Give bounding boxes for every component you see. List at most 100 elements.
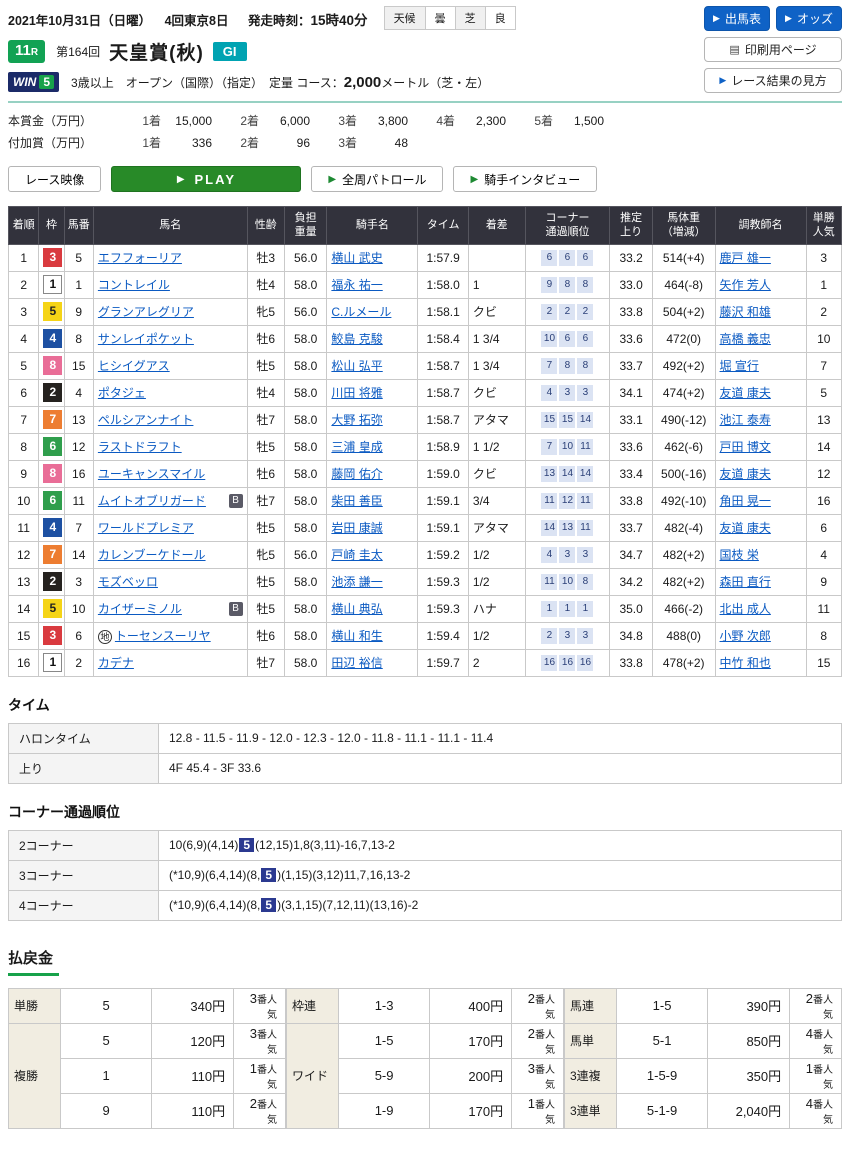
horse-name-link[interactable]: ムイトオブリガード (98, 494, 206, 508)
jockey-name-link[interactable]: 横山 和生 (331, 629, 382, 643)
sex-age: 牡3 (247, 244, 284, 271)
jockey-name-link[interactable]: 柴田 善臣 (331, 494, 382, 508)
trainer-name-link[interactable]: 高橋 義忠 (720, 332, 771, 346)
trainer-name-link[interactable]: 角田 晃一 (720, 494, 771, 508)
trainer-name-link[interactable]: 北出 成人 (720, 602, 771, 616)
turf-value: 良 (485, 7, 515, 30)
results-guide-button[interactable]: ▶レース結果の見方 (704, 68, 842, 93)
horse-name-link[interactable]: ポタジェ (98, 386, 146, 400)
jockey-name-link[interactable]: 大野 拓弥 (331, 413, 382, 427)
horse-name-link[interactable]: カイザーミノル (98, 602, 182, 616)
margin: 2 (468, 649, 525, 676)
bet-combination: 5 (60, 1023, 152, 1058)
jockey-cell: 三浦 皇成 (327, 433, 418, 460)
print-page-button[interactable]: ▤印刷用ページ (704, 37, 842, 62)
jockey-name-link[interactable]: 田辺 裕信 (331, 656, 382, 670)
payout-popularity: 1番人気 (234, 1058, 286, 1093)
trainer-name-link[interactable]: 戸田 博文 (720, 440, 771, 454)
trainer-cell: 藤沢 和雄 (715, 298, 806, 325)
horse-weight: 482(+2) (652, 568, 715, 595)
jockey-name-link[interactable]: 藤岡 佑介 (331, 467, 382, 481)
finish-position: 8 (9, 433, 39, 460)
trainer-cell: 戸田 博文 (715, 433, 806, 460)
trainer-name-link[interactable]: 鹿戸 雄一 (720, 251, 771, 265)
horse-name-link[interactable]: エフフォーリア (98, 251, 182, 265)
estimated-last-3f: 35.0 (610, 595, 652, 622)
prize-rank: 2着 (240, 111, 259, 133)
extra-prize-values: 1着3362着963着48 (114, 133, 408, 155)
horse-name-link[interactable]: モズベッロ (98, 575, 158, 589)
trainer-name-link[interactable]: 池江 泰寿 (720, 413, 771, 427)
extra-prize-label: 付加賞（万円） (8, 133, 114, 155)
horse-name-link[interactable]: ヒシイグアス (98, 359, 170, 373)
results-column-header: 枠 (39, 207, 64, 245)
winner-number-highlight: 5 (239, 838, 254, 852)
finish-position: 13 (9, 568, 39, 595)
jockey-name-link[interactable]: 横山 典弘 (331, 602, 382, 616)
jockey-name-link[interactable]: 川田 将雅 (331, 386, 382, 400)
sex-age: 牡5 (247, 514, 284, 541)
horse-name-link[interactable]: コントレイル (98, 278, 170, 292)
trainer-cell: 小野 次郎 (715, 622, 806, 649)
bet-type-label: 馬連 (565, 988, 617, 1023)
horse-name-link[interactable]: カレンブーケドール (98, 548, 206, 562)
jockey-name-link[interactable]: 鮫島 克駿 (331, 332, 382, 346)
trainer-name-link[interactable]: 国枝 栄 (720, 548, 759, 562)
race-result-page: 2021年10月31日（日曜） 4回東京8日 発走時刻：15時40分 天候 曇 … (0, 0, 850, 1153)
horse-name-link[interactable]: グランアレグリア (98, 305, 194, 319)
trainer-name-link[interactable]: 友道 康夫 (720, 467, 771, 481)
horse-name-link[interactable]: サンレイポケット (98, 332, 194, 346)
trainer-name-link[interactable]: 小野 次郎 (720, 629, 771, 643)
horse-name-link[interactable]: ユーキャンスマイル (98, 467, 205, 481)
trainer-name-link[interactable]: 森田 直行 (720, 575, 771, 589)
corner-order-row: 2コーナー10(6,9)(4,14)5(12,15)1,8(3,11)-16,7… (9, 830, 842, 860)
results-column-header: コーナー 通過順位 (525, 207, 610, 245)
payout-amount: 400円 (430, 988, 512, 1023)
patrol-video-button[interactable]: ▶全周パトロール (311, 166, 443, 192)
sex-age: 牡4 (247, 271, 284, 298)
play-button[interactable]: ▶PLAY (111, 166, 301, 192)
corner-position-badge: 6 (541, 250, 557, 266)
win-popularity: 1 (806, 271, 842, 298)
horse-name-link[interactable]: ラストドラフト (98, 440, 182, 454)
payout-row: 枠連1-3400円2番人気 (287, 988, 564, 1023)
popularity-suffix: 番人気 (257, 1100, 277, 1126)
frame-cell: 8 (39, 460, 64, 487)
horse-name-link[interactable]: トーセンスーリヤ (115, 629, 211, 643)
trainer-name-link[interactable]: 友道 康夫 (720, 521, 771, 535)
results-column-header: 着差 (468, 207, 525, 245)
odds-label: オッズ (797, 10, 833, 27)
trainer-name-link[interactable]: 堀 宣行 (720, 359, 759, 373)
prize-amount: 1,500 (560, 111, 604, 133)
finish-position: 10 (9, 487, 39, 514)
trainer-name-link[interactable]: 友道 康夫 (720, 386, 771, 400)
trainer-name-link[interactable]: 中竹 和也 (720, 656, 771, 670)
horse-name-link[interactable]: ペルシアンナイト (98, 413, 194, 427)
jockey-name-link[interactable]: 福永 祐一 (331, 278, 382, 292)
jockey-name-link[interactable]: 池添 謙一 (331, 575, 382, 589)
trainer-name-link[interactable]: 矢作 芳人 (720, 278, 771, 292)
finish-position: 2 (9, 271, 39, 298)
margin: アタマ (468, 406, 525, 433)
jockey-name-link[interactable]: 松山 弘平 (331, 359, 382, 373)
payout-amount: 170円 (430, 1023, 512, 1058)
jockey-name-link[interactable]: C.ルメール (331, 305, 391, 319)
horse-name-link[interactable]: ワールドプレミア (98, 521, 194, 535)
entries-button[interactable]: ▶出馬表 (704, 6, 770, 31)
jockey-interview-button[interactable]: ▶騎手インタビュー (453, 166, 597, 192)
jockey-name-link[interactable]: 三浦 皇成 (331, 440, 382, 454)
jockey-name-link[interactable]: 岩田 康誠 (331, 521, 382, 535)
jockey-name-link[interactable]: 戸崎 圭太 (331, 548, 382, 562)
bet-combination: 5 (60, 988, 152, 1023)
horse-weight: 482(+2) (652, 541, 715, 568)
jockey-name-link[interactable]: 横山 武史 (331, 251, 382, 265)
trainer-name-link[interactable]: 藤沢 和雄 (720, 305, 771, 319)
carried-weight: 58.0 (284, 379, 326, 406)
finish-position: 7 (9, 406, 39, 433)
odds-button[interactable]: ▶オッズ (776, 6, 842, 31)
frame-cell: 7 (39, 406, 64, 433)
prize-amount: 2,300 (462, 111, 506, 133)
horse-name-cell: サンレイポケット (93, 325, 247, 352)
race-video-button[interactable]: レース映像 (8, 166, 101, 192)
horse-name-link[interactable]: カデナ (98, 656, 134, 670)
